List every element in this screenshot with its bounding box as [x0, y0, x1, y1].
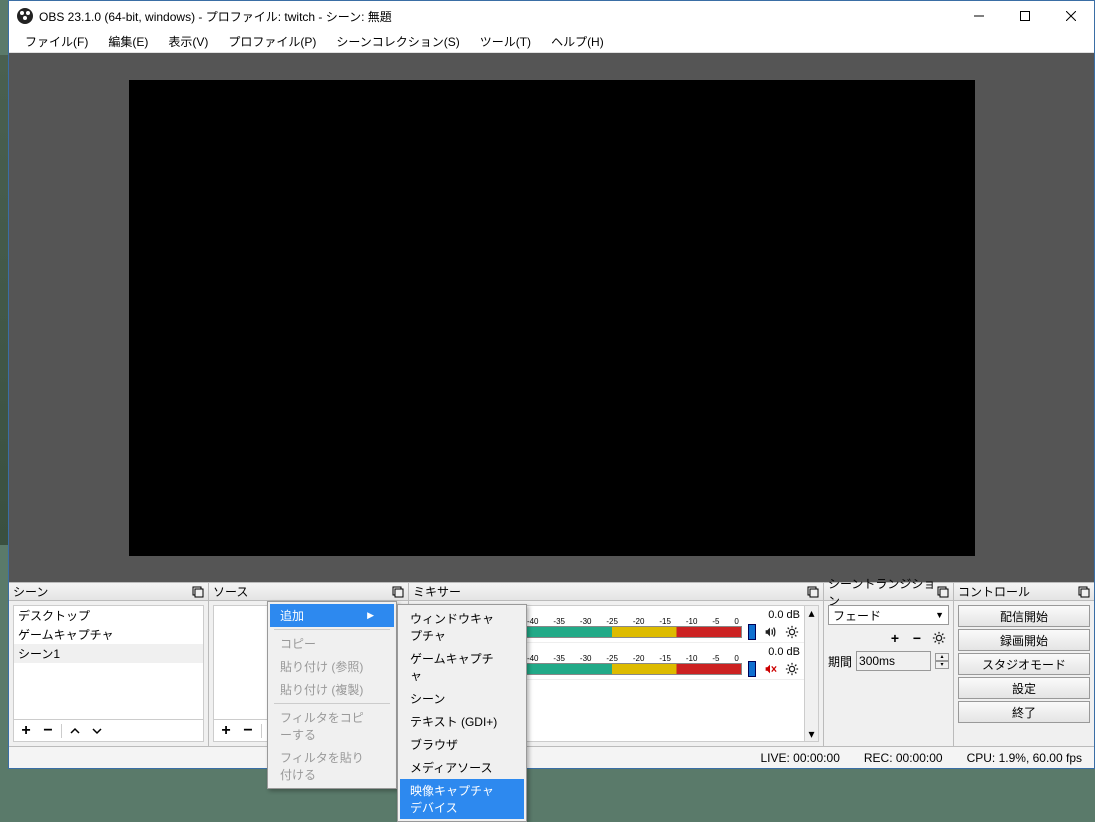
transition-select[interactable]: フェード ▼: [828, 605, 949, 625]
menu-tools[interactable]: ツール(T): [470, 31, 541, 52]
start-streaming-button[interactable]: 配信開始: [958, 605, 1090, 627]
move-scene-up-button[interactable]: [65, 722, 85, 740]
mixer-track-db: 0.0 dB: [768, 646, 800, 658]
popout-icon[interactable]: [937, 586, 949, 598]
scene-item[interactable]: シーン1: [14, 644, 203, 663]
popout-icon[interactable]: [1078, 586, 1090, 598]
desktop-background: [0, 55, 8, 545]
preview-area[interactable]: [9, 53, 1094, 582]
menu-help[interactable]: ヘルプ(H): [541, 31, 614, 52]
ctx-media-source[interactable]: メディアソース: [400, 756, 524, 779]
speaker-icon[interactable]: [762, 624, 778, 640]
settings-button[interactable]: 設定: [958, 677, 1090, 699]
ctx-game-capture[interactable]: ゲームキャプチャ: [400, 647, 524, 687]
ctx-window-capture[interactable]: ウィンドウキャプチャ: [400, 607, 524, 647]
close-button[interactable]: [1048, 1, 1094, 31]
ctx-video-capture[interactable]: 映像キャプチャデバイス: [400, 779, 524, 819]
titlebar[interactable]: OBS 23.1.0 (64-bit, windows) - プロファイル: t…: [9, 1, 1094, 31]
menu-file[interactable]: ファイル(F): [15, 31, 98, 52]
menubar: ファイル(F) 編集(E) 表示(V) プロファイル(P) シーンコレクション(…: [9, 31, 1094, 53]
popout-icon[interactable]: [392, 586, 404, 598]
docks: シーン デスクトップ ゲームキャプチャ シーン1 + −: [9, 582, 1094, 746]
transition-settings-button[interactable]: [929, 629, 949, 647]
dock-mixer-title: ミキサー: [413, 583, 807, 600]
obs-window: OBS 23.1.0 (64-bit, windows) - プロファイル: t…: [8, 0, 1095, 769]
status-live: LIVE: 00:00:00: [760, 751, 839, 765]
popout-icon[interactable]: [192, 586, 204, 598]
statusbar: LIVE: 00:00:00 REC: 00:00:00 CPU: 1.9%, …: [9, 746, 1094, 768]
scene-item[interactable]: ゲームキャプチャ: [14, 625, 203, 644]
submenu-arrow-icon: ▶: [367, 610, 374, 621]
add-transition-button[interactable]: +: [885, 629, 905, 647]
status-cpu: CPU: 1.9%, 60.00 fps: [967, 751, 1082, 765]
preview-canvas[interactable]: [129, 80, 975, 556]
ctx-paste-dup: 貼り付け (複製): [270, 678, 394, 701]
transition-mode: フェード: [833, 607, 881, 624]
minimize-button[interactable]: [956, 1, 1002, 31]
menu-scene-collection[interactable]: シーンコレクション(S): [326, 31, 469, 52]
gear-icon[interactable]: [784, 624, 800, 640]
ctx-browser[interactable]: ブラウザ: [400, 733, 524, 756]
ctx-paste-ref: 貼り付け (参照): [270, 655, 394, 678]
obs-app-icon: [17, 8, 33, 24]
speaker-muted-icon[interactable]: [762, 661, 778, 677]
add-source-button[interactable]: +: [216, 722, 236, 740]
remove-transition-button[interactable]: −: [907, 629, 927, 647]
duration-label: 期間: [828, 653, 852, 670]
source-context-menu: 追加 ▶ コピー 貼り付け (参照) 貼り付け (複製) フィルタをコピーする …: [267, 601, 397, 789]
move-scene-down-button[interactable]: [87, 722, 107, 740]
dock-sources-title: ソース: [213, 583, 392, 600]
volume-slider[interactable]: [748, 624, 756, 640]
mixer-scrollbar[interactable]: ▴▾: [804, 606, 818, 741]
dock-scenes-title: シーン: [13, 583, 192, 600]
dropdown-icon: ▼: [935, 610, 944, 620]
maximize-button[interactable]: [1002, 1, 1048, 31]
dock-scenes: シーン デスクトップ ゲームキャプチャ シーン1 + −: [9, 583, 209, 746]
remove-source-button[interactable]: −: [238, 722, 258, 740]
mixer-track-db: 0.0 dB: [768, 609, 800, 621]
ctx-text-gdi[interactable]: テキスト (GDI+): [400, 710, 524, 733]
dock-controls-title: コントロール: [958, 583, 1078, 600]
volume-slider[interactable]: [748, 661, 756, 677]
remove-scene-button[interactable]: −: [38, 722, 58, 740]
studio-mode-button[interactable]: スタジオモード: [958, 653, 1090, 675]
status-rec: REC: 00:00:00: [864, 751, 943, 765]
ctx-paste-filter: フィルタを貼り付ける: [270, 746, 394, 786]
menu-edit[interactable]: 編集(E): [98, 31, 158, 52]
dock-controls: コントロール 配信開始 録画開始 スタジオモード 設定 終了: [954, 583, 1094, 746]
start-recording-button[interactable]: 録画開始: [958, 629, 1090, 651]
popout-icon[interactable]: [807, 586, 819, 598]
duration-input[interactable]: 300ms: [856, 651, 931, 671]
scene-toolbar: + −: [14, 719, 203, 741]
add-source-submenu: ウィンドウキャプチャ ゲームキャプチャ シーン テキスト (GDI+) ブラウザ…: [397, 604, 527, 822]
menu-view[interactable]: 表示(V): [158, 31, 218, 52]
add-scene-button[interactable]: +: [16, 722, 36, 740]
duration-spinner[interactable]: ▴▾: [935, 653, 949, 669]
dock-transitions: シーントランジション フェード ▼ + − 期間 300: [824, 583, 954, 746]
window-title: OBS 23.1.0 (64-bit, windows) - プロファイル: t…: [39, 8, 956, 25]
ctx-copy-filter: フィルタをコピーする: [270, 706, 394, 746]
ctx-add[interactable]: 追加 ▶: [270, 604, 394, 627]
scene-item[interactable]: デスクトップ: [14, 606, 203, 625]
menu-profile[interactable]: プロファイル(P): [218, 31, 326, 52]
scene-list[interactable]: デスクトップ ゲームキャプチャ シーン1: [14, 606, 203, 719]
ctx-scene-source[interactable]: シーン: [400, 687, 524, 710]
exit-button[interactable]: 終了: [958, 701, 1090, 723]
ctx-copy: コピー: [270, 632, 394, 655]
gear-icon[interactable]: [784, 661, 800, 677]
